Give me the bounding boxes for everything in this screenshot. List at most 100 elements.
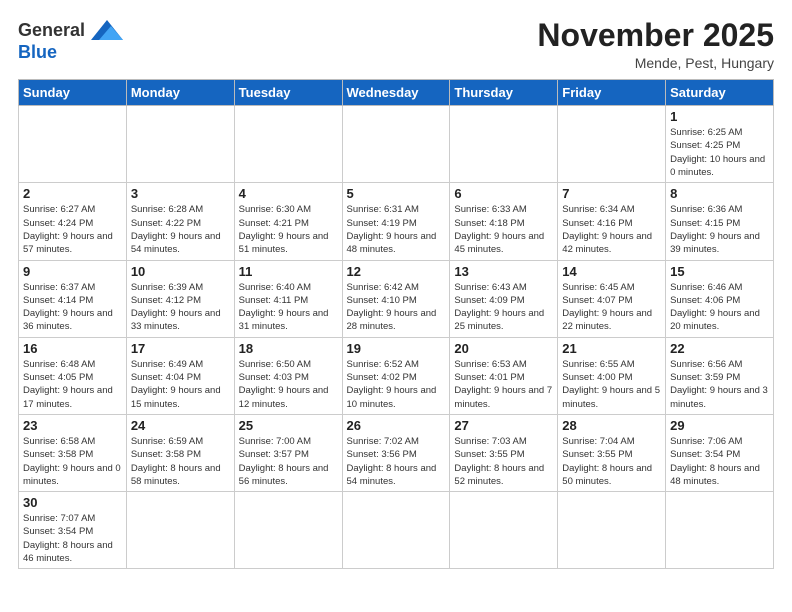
day-number: 5	[347, 186, 446, 201]
day-info: Sunrise: 6:30 AMSunset: 4:21 PMDaylight:…	[239, 203, 338, 256]
day-info: Sunrise: 6:52 AMSunset: 4:02 PMDaylight:…	[347, 358, 446, 411]
day-cell: 29 Sunrise: 7:06 AMSunset: 3:54 PMDayligh…	[666, 414, 774, 491]
day-info: Sunrise: 6:34 AMSunset: 4:16 PMDaylight:…	[562, 203, 661, 256]
day-info: Sunrise: 6:46 AMSunset: 4:06 PMDaylight:…	[670, 281, 769, 334]
logo: General Blue	[18, 18, 125, 63]
day-info: Sunrise: 7:04 AMSunset: 3:55 PMDaylight:…	[562, 435, 661, 488]
col-tuesday: Tuesday	[234, 80, 342, 106]
day-info: Sunrise: 6:33 AMSunset: 4:18 PMDaylight:…	[454, 203, 553, 256]
day-cell	[450, 492, 558, 569]
day-info: Sunrise: 6:45 AMSunset: 4:07 PMDaylight:…	[562, 281, 661, 334]
day-number: 16	[23, 341, 122, 356]
day-cell	[19, 106, 127, 183]
header: General Blue November 2025 Mende, Pest, …	[18, 18, 774, 71]
day-cell: 16 Sunrise: 6:48 AMSunset: 4:05 PMDayligh…	[19, 337, 127, 414]
day-cell: 28 Sunrise: 7:04 AMSunset: 3:55 PMDayligh…	[558, 414, 666, 491]
day-cell: 13Sunrise: 6:43 AMSunset: 4:09 PMDayligh…	[450, 260, 558, 337]
col-sunday: Sunday	[19, 80, 127, 106]
day-cell: 27 Sunrise: 7:03 AMSunset: 3:55 PMDayligh…	[450, 414, 558, 491]
day-number: 10	[131, 264, 230, 279]
day-info: Sunrise: 7:03 AMSunset: 3:55 PMDaylight:…	[454, 435, 553, 488]
day-info: Sunrise: 6:53 AMSunset: 4:01 PMDaylight:…	[454, 358, 553, 411]
day-info: Sunrise: 6:49 AMSunset: 4:04 PMDaylight:…	[131, 358, 230, 411]
logo-triangle-icon	[89, 18, 125, 42]
day-cell: 5 Sunrise: 6:31 AMSunset: 4:19 PMDaylight…	[342, 183, 450, 260]
day-cell	[234, 106, 342, 183]
day-number: 29	[670, 418, 769, 433]
day-info: Sunrise: 6:56 AMSunset: 3:59 PMDaylight:…	[670, 358, 769, 411]
day-cell: 19Sunrise: 6:52 AMSunset: 4:02 PMDayligh…	[342, 337, 450, 414]
page: General Blue November 2025 Mende, Pest, …	[0, 0, 792, 612]
day-number: 25	[239, 418, 338, 433]
day-cell: 26 Sunrise: 7:02 AMSunset: 3:56 PMDayligh…	[342, 414, 450, 491]
day-number: 28	[562, 418, 661, 433]
day-cell: 11 Sunrise: 6:40 AMSunset: 4:11 PMDayligh…	[234, 260, 342, 337]
day-number: 22	[670, 341, 769, 356]
month-title: November 2025	[537, 18, 774, 53]
day-cell	[558, 492, 666, 569]
calendar-header-row: Sunday Monday Tuesday Wednesday Thursday…	[19, 80, 774, 106]
day-cell	[558, 106, 666, 183]
day-cell: 10Sunrise: 6:39 AMSunset: 4:12 PMDayligh…	[126, 260, 234, 337]
day-info: Sunrise: 6:28 AMSunset: 4:22 PMDaylight:…	[131, 203, 230, 256]
day-info: Sunrise: 6:58 AMSunset: 3:58 PMDaylight:…	[23, 435, 122, 488]
day-cell: 23 Sunrise: 6:58 AMSunset: 3:58 PMDayligh…	[19, 414, 127, 491]
day-info: Sunrise: 6:48 AMSunset: 4:05 PMDaylight:…	[23, 358, 122, 411]
day-number: 17	[131, 341, 230, 356]
week-row-4: 23 Sunrise: 6:58 AMSunset: 3:58 PMDayligh…	[19, 414, 774, 491]
day-number: 12	[347, 264, 446, 279]
day-info: Sunrise: 6:40 AMSunset: 4:11 PMDaylight:…	[239, 281, 338, 334]
day-cell: 3Sunrise: 6:28 AMSunset: 4:22 PMDaylight…	[126, 183, 234, 260]
day-cell: 22 Sunrise: 6:56 AMSunset: 3:59 PMDayligh…	[666, 337, 774, 414]
logo-general-text: General	[18, 20, 85, 41]
day-number: 4	[239, 186, 338, 201]
col-wednesday: Wednesday	[342, 80, 450, 106]
day-cell: 20 Sunrise: 6:53 AMSunset: 4:01 PMDayligh…	[450, 337, 558, 414]
day-cell	[342, 492, 450, 569]
day-cell: 4 Sunrise: 6:30 AMSunset: 4:21 PMDaylight…	[234, 183, 342, 260]
day-number: 15	[670, 264, 769, 279]
day-number: 23	[23, 418, 122, 433]
day-cell: 7 Sunrise: 6:34 AMSunset: 4:16 PMDaylight…	[558, 183, 666, 260]
day-number: 8	[670, 186, 769, 201]
day-cell: 25 Sunrise: 7:00 AMSunset: 3:57 PMDayligh…	[234, 414, 342, 491]
day-number: 13	[454, 264, 553, 279]
day-cell: 1Sunrise: 6:25 AMSunset: 4:25 PMDaylight…	[666, 106, 774, 183]
week-row-1: 2Sunrise: 6:27 AMSunset: 4:24 PMDaylight…	[19, 183, 774, 260]
day-info: Sunrise: 7:00 AMSunset: 3:57 PMDaylight:…	[239, 435, 338, 488]
day-info: Sunrise: 7:02 AMSunset: 3:56 PMDaylight:…	[347, 435, 446, 488]
col-thursday: Thursday	[450, 80, 558, 106]
day-info: Sunrise: 7:06 AMSunset: 3:54 PMDaylight:…	[670, 435, 769, 488]
day-cell	[126, 492, 234, 569]
location: Mende, Pest, Hungary	[537, 55, 774, 71]
day-number: 14	[562, 264, 661, 279]
day-cell: 14 Sunrise: 6:45 AMSunset: 4:07 PMDayligh…	[558, 260, 666, 337]
day-number: 1	[670, 109, 769, 124]
day-info: Sunrise: 6:59 AMSunset: 3:58 PMDaylight:…	[131, 435, 230, 488]
day-cell: 12 Sunrise: 6:42 AMSunset: 4:10 PMDayligh…	[342, 260, 450, 337]
day-cell: 6Sunrise: 6:33 AMSunset: 4:18 PMDaylight…	[450, 183, 558, 260]
day-number: 18	[239, 341, 338, 356]
day-number: 21	[562, 341, 661, 356]
day-cell: 24 Sunrise: 6:59 AMSunset: 3:58 PMDayligh…	[126, 414, 234, 491]
day-info: Sunrise: 6:31 AMSunset: 4:19 PMDaylight:…	[347, 203, 446, 256]
logo-blue-text: Blue	[18, 42, 57, 62]
day-number: 26	[347, 418, 446, 433]
day-cell: 30Sunrise: 7:07 AMSunset: 3:54 PMDayligh…	[19, 492, 127, 569]
day-info: Sunrise: 6:42 AMSunset: 4:10 PMDaylight:…	[347, 281, 446, 334]
day-number: 7	[562, 186, 661, 201]
day-number: 24	[131, 418, 230, 433]
week-row-5: 30Sunrise: 7:07 AMSunset: 3:54 PMDayligh…	[19, 492, 774, 569]
day-cell: 2Sunrise: 6:27 AMSunset: 4:24 PMDaylight…	[19, 183, 127, 260]
day-number: 30	[23, 495, 122, 510]
day-number: 11	[239, 264, 338, 279]
day-number: 27	[454, 418, 553, 433]
day-cell	[450, 106, 558, 183]
week-row-2: 9 Sunrise: 6:37 AMSunset: 4:14 PMDaylight…	[19, 260, 774, 337]
day-number: 2	[23, 186, 122, 201]
calendar: Sunday Monday Tuesday Wednesday Thursday…	[18, 79, 774, 569]
day-info: Sunrise: 6:37 AMSunset: 4:14 PMDaylight:…	[23, 281, 122, 334]
day-number: 9	[23, 264, 122, 279]
day-cell: 18Sunrise: 6:50 AMSunset: 4:03 PMDayligh…	[234, 337, 342, 414]
day-number: 20	[454, 341, 553, 356]
